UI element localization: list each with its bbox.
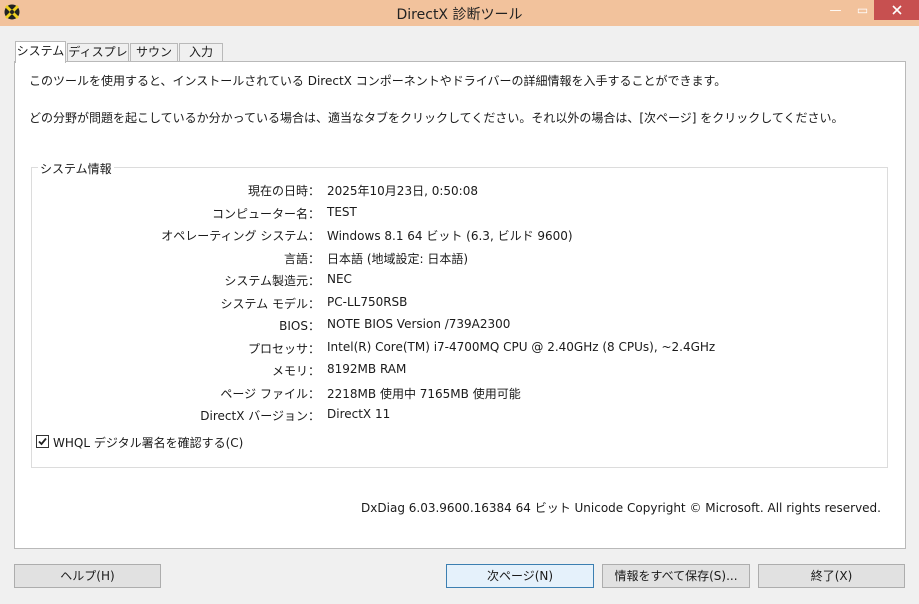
close-icon xyxy=(891,5,902,15)
maximize-icon: ▭ xyxy=(856,3,869,17)
info-row-processor: プロセッサ： Intel(R) Core(TM) i7-4700MQ CPU @… xyxy=(32,340,872,358)
minimize-button[interactable]: — xyxy=(822,0,849,20)
info-label: プロセッサ： xyxy=(247,342,320,356)
info-value: PC-LL750RSB xyxy=(327,295,408,309)
system-info-group: システム情報 現在の日時： 2025年10月23日, 0:50:08 コンピュー… xyxy=(31,160,888,468)
tab-system[interactable]: システム xyxy=(15,41,66,63)
info-row-computer-name: コンピューター名： TEST xyxy=(32,205,872,223)
info-label: DirectX バージョン： xyxy=(200,409,320,423)
maximize-button[interactable]: ▭ xyxy=(849,0,876,20)
tab-display[interactable]: ディスプレイ xyxy=(67,43,129,76)
info-row-model: システム モデル： PC-LL750RSB xyxy=(32,295,872,313)
intro-text-1: このツールを使用すると、インストールされている DirectX コンポーネントや… xyxy=(29,74,727,88)
info-value: NEC xyxy=(327,272,352,286)
info-value: NOTE BIOS Version /739A2300 xyxy=(327,317,511,331)
info-label: BIOS： xyxy=(279,319,320,333)
info-label: システム モデル： xyxy=(220,297,320,311)
save-all-info-button[interactable]: 情報をすべて保存(S)... xyxy=(602,564,750,588)
info-value: 2025年10月23日, 0:50:08 xyxy=(327,184,478,198)
info-value: Intel(R) Core(TM) i7-4700MQ CPU @ 2.40GH… xyxy=(327,340,716,354)
info-row-directx-version: DirectX バージョン： DirectX 11 xyxy=(32,407,872,425)
info-row-page-file: ページ ファイル： 2218MB 使用中 7165MB 使用可能 xyxy=(32,385,872,403)
info-row-datetime: 現在の日時： 2025年10月23日, 0:50:08 xyxy=(32,182,872,200)
info-row-bios: BIOS： NOTE BIOS Version /739A2300 xyxy=(32,317,872,335)
exit-button[interactable]: 終了(X) xyxy=(758,564,905,588)
info-value: 2218MB 使用中 7165MB 使用可能 xyxy=(327,387,521,401)
title-bar: DirectX 診断ツール — ▭ xyxy=(0,0,919,26)
info-label: 現在の日時： xyxy=(247,184,320,198)
info-label: ページ ファイル： xyxy=(220,387,320,401)
intro-text-2: どの分野が問題を起こしているか分かっている場合は、適当なタブをクリックしてくださ… xyxy=(29,111,844,125)
whql-checkbox-label[interactable]: WHQL デジタル署名を確認する(C) xyxy=(53,434,243,451)
checkmark-icon xyxy=(38,437,47,446)
version-copyright-text: DxDiag 6.03.9600.16384 64 ビット Unicode Co… xyxy=(361,501,881,515)
next-page-button[interactable]: 次ページ(N) xyxy=(446,564,594,588)
window-title: DirectX 診断ツール xyxy=(396,7,523,23)
info-label: システム製造元： xyxy=(224,274,320,288)
minimize-icon: — xyxy=(829,3,842,17)
close-button[interactable] xyxy=(874,0,919,20)
info-value: 日本語 (地域設定: 日本語) xyxy=(327,252,469,266)
help-button[interactable]: ヘルプ(H) xyxy=(14,564,161,588)
info-value: 8192MB RAM xyxy=(327,362,407,376)
info-row-memory: メモリ： 8192MB RAM xyxy=(32,362,872,380)
info-value: DirectX 11 xyxy=(327,407,391,421)
info-value: Windows 8.1 64 ビット (6.3, ビルド 9600) xyxy=(327,229,573,243)
info-label: コンピューター名： xyxy=(211,207,320,221)
info-row-os: オペレーティング システム： Windows 8.1 64 ビット (6.3, … xyxy=(32,227,872,245)
info-value: TEST xyxy=(327,205,357,219)
info-label: オペレーティング システム： xyxy=(161,229,320,243)
group-title: システム情報 xyxy=(38,160,114,177)
whql-checkbox[interactable] xyxy=(36,435,49,448)
info-label: 言語： xyxy=(283,252,320,266)
info-row-manufacturer: システム製造元： NEC xyxy=(32,272,872,290)
info-label: メモリ： xyxy=(271,364,320,378)
tab-input[interactable]: 入力 xyxy=(179,43,223,62)
system-tab-panel: このツールを使用すると、インストールされている DirectX コンポーネントや… xyxy=(14,61,906,549)
tab-sound[interactable]: サウンド xyxy=(130,43,178,76)
info-row-language: 言語： 日本語 (地域設定: 日本語) xyxy=(32,250,872,268)
